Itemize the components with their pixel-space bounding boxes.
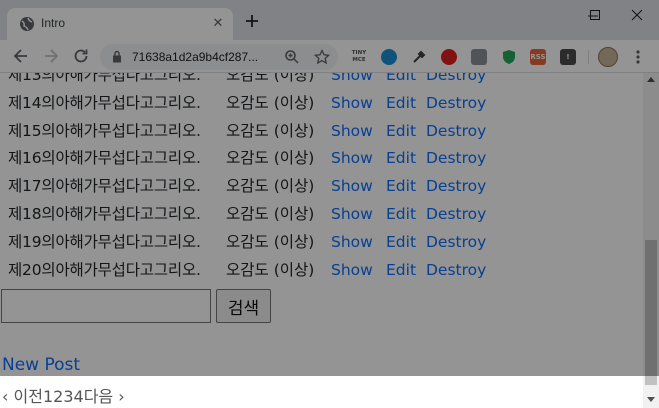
globe-icon	[20, 17, 34, 31]
destroy-link[interactable]: Destroy	[426, 201, 486, 229]
edit-link[interactable]: Edit	[386, 90, 416, 118]
post-title: 제15의아해가무섭다고그리오.	[8, 121, 201, 140]
post-body: 오감도 (이상)	[226, 177, 315, 196]
ext-red-icon[interactable]	[441, 49, 457, 65]
page-scrollbar[interactable]	[643, 73, 659, 408]
bookmark-star-icon[interactable]	[314, 49, 330, 65]
close-tab-icon[interactable]: ✕	[209, 15, 227, 33]
ext-dark-icon[interactable]: !	[560, 49, 576, 65]
pager-next[interactable]: 다음 ›	[84, 387, 125, 406]
post-title: 제17의아해가무섭다고그리오.	[8, 177, 201, 196]
post-body: 오감도 (이상)	[226, 260, 315, 279]
maximize-icon	[590, 10, 600, 20]
edit-link[interactable]: Edit	[386, 257, 416, 285]
pager-page-3[interactable]: 3	[63, 387, 73, 406]
ext-shield-icon[interactable]	[501, 49, 517, 65]
edit-link[interactable]: Edit	[386, 173, 416, 201]
eyedropper-icon[interactable]	[411, 49, 427, 65]
show-link[interactable]: Show	[331, 257, 373, 285]
zoom-icon[interactable]	[284, 49, 300, 65]
post-title: 제13의아해가무섭다고그리오.	[8, 73, 201, 84]
post-body: 오감도 (이상)	[226, 204, 315, 223]
tinymce-icon[interactable]: TINY MCE	[351, 49, 367, 65]
edit-link[interactable]: Edit	[386, 145, 416, 173]
pager-prev[interactable]: ‹ 이전	[2, 387, 43, 406]
new-post-link[interactable]: New Post	[2, 355, 80, 375]
show-link[interactable]: Show	[331, 201, 373, 229]
destroy-link[interactable]: Destroy	[426, 90, 486, 118]
pager-page-4[interactable]: 4	[74, 387, 84, 406]
tab-title: Intro	[41, 16, 66, 30]
post-body: 오감도 (이상)	[226, 93, 315, 112]
maximize-button[interactable]	[573, 0, 617, 30]
post-body: 오감도 (이상)	[226, 232, 315, 251]
show-link[interactable]: Show	[331, 90, 373, 118]
profile-avatar[interactable]	[598, 47, 618, 67]
scroll-down-icon[interactable]	[647, 397, 655, 403]
post-title: 제16의아해가무섭다고그리오.	[8, 149, 201, 168]
destroy-link[interactable]: Destroy	[426, 73, 486, 90]
post-title: 제14의아해가무섭다고그리오.	[8, 93, 201, 112]
ext-blue-icon[interactable]	[381, 49, 397, 65]
post-title: 제18의아해가무섭다고그리오.	[8, 204, 201, 223]
post-title: 제20의아해가무섭다고그리오.	[8, 260, 201, 279]
destroy-link[interactable]: Destroy	[426, 229, 486, 257]
post-body: 오감도 (이상)	[226, 149, 315, 168]
edit-link[interactable]: Edit	[386, 118, 416, 146]
url-text: 71638a1d2a9b4cf287...	[132, 50, 259, 64]
pager-page-2[interactable]: 2	[53, 387, 63, 406]
new-tab-icon[interactable]	[243, 12, 261, 30]
destroy-link[interactable]: Destroy	[426, 145, 486, 173]
close-window-icon	[631, 9, 643, 21]
edit-link[interactable]: Edit	[386, 229, 416, 257]
lock-icon	[113, 50, 121, 63]
ext-orange-icon[interactable]: RSS	[530, 49, 546, 65]
show-link[interactable]: Show	[331, 173, 373, 201]
back-arrow-icon[interactable]	[11, 46, 31, 66]
browser-tab[interactable]: Intro ✕	[7, 8, 233, 40]
ext-gray-icon[interactable]	[471, 49, 487, 65]
destroy-link[interactable]: Destroy	[426, 257, 486, 285]
tab-strip: Intro ✕	[0, 0, 659, 40]
show-link[interactable]: Show	[331, 118, 373, 146]
post-body: 오감도 (이상)	[226, 73, 315, 84]
pager-page-1[interactable]: 1	[43, 387, 53, 406]
address-bar[interactable]: 71638a1d2a9b4cf287...	[100, 44, 338, 70]
edit-link[interactable]: Edit	[386, 201, 416, 229]
edit-link[interactable]: Edit	[386, 73, 416, 90]
search-button[interactable]: 검색	[216, 289, 271, 323]
browser-toolbar: 71638a1d2a9b4cf287... TINY MCE RSS !	[0, 40, 659, 73]
page-content: 제13의아해가무섭다고그리오. 오감도 (이상) Show Edit Destr…	[0, 73, 643, 408]
scrollbar-thumb[interactable]	[645, 240, 657, 385]
more-menu-icon[interactable]	[631, 49, 645, 65]
destroy-link[interactable]: Destroy	[426, 118, 486, 146]
close-window-button[interactable]	[615, 0, 659, 30]
scroll-up-icon[interactable]	[647, 76, 655, 82]
destroy-link[interactable]: Destroy	[426, 173, 486, 201]
forward-arrow-icon[interactable]	[41, 46, 61, 66]
post-title: 제19의아해가무섭다고그리오.	[8, 232, 201, 251]
show-link[interactable]: Show	[331, 73, 373, 90]
show-link[interactable]: Show	[331, 145, 373, 173]
post-body: 오감도 (이상)	[226, 121, 315, 140]
search-input[interactable]	[1, 289, 211, 323]
reload-icon[interactable]	[71, 46, 91, 66]
show-link[interactable]: Show	[331, 229, 373, 257]
pagination: ‹ 이전1234다음 ›	[2, 383, 125, 407]
toolbar-divider	[588, 50, 589, 64]
